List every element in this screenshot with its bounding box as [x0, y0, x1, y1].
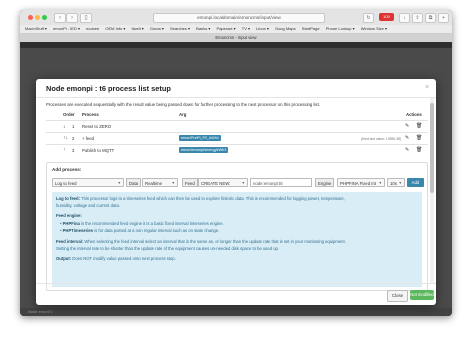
bookmark-item[interactable]: Goma ▾ — [150, 25, 164, 33]
tabs-icon[interactable]: ⧉ — [425, 13, 436, 23]
chevron-down-icon: ▼ — [378, 181, 382, 185]
trash-icon[interactable]: 🗑 — [416, 123, 422, 129]
feed-name-input[interactable]: node:emonpi:t6 — [250, 178, 312, 187]
tab-title[interactable]: Emoncms - Input view — [20, 34, 452, 42]
share-icon[interactable]: ⇪ — [412, 13, 423, 23]
move-arrow-icon[interactable]: ↑ — [63, 147, 66, 153]
modal-scrollbar-thumb[interactable] — [430, 103, 434, 193]
bookmark-item[interactable]: Linux ▾ — [256, 25, 269, 33]
info-bullet: • PHPTimeseries is for data posted at a … — [60, 228, 220, 233]
move-arrow-icon[interactable]: ↓ — [63, 124, 66, 130]
info-bullet: • PHPFina is the recommended feed engine… — [60, 221, 224, 226]
zoom-window-button[interactable] — [42, 15, 47, 20]
bookmark-item[interactable]: Window Size ▾ — [361, 25, 387, 33]
add-process-panel: Add process: Log to feed ▼ Data Realtime ▼… — [46, 162, 428, 291]
bookmark-item[interactable]: Searches ▾ — [170, 25, 190, 33]
minimize-window-button[interactable] — [35, 15, 40, 20]
download-icon[interactable]: ↓ — [399, 13, 410, 23]
page-content: Node emonTx Node emonpi : t6 process lis… — [20, 42, 452, 316]
bookmark-item[interactable]: StartPage — [302, 25, 320, 33]
address-bar[interactable]: emonpi.localdomain/emoncms/input/view — [153, 13, 325, 23]
browser-toolbar: ‹ › ▯ emonpi.localdomain/emoncms/input/v… — [20, 10, 452, 25]
row-divider — [46, 144, 428, 145]
intro-text: Processes are executed sequentially with… — [46, 102, 320, 107]
bookmark-item[interactable]: Phone Lookup ▾ — [326, 25, 355, 33]
row-divider — [46, 132, 428, 133]
close-icon[interactable]: × — [425, 84, 429, 91]
topic-tag: emon/emonpi/energykWh3 — [179, 147, 229, 153]
modal-footer: Close Not modified — [36, 283, 436, 305]
modal-body: Processes are executed sequentially with… — [36, 98, 436, 291]
process-info-box: Log to feed: This processor logs to a ti… — [52, 192, 422, 287]
bookmark-item[interactable]: TV ▾ — [242, 25, 250, 33]
engine-label: Engine — [315, 178, 335, 187]
new-tab-icon[interactable]: + — [438, 13, 449, 23]
row-order: 1 — [72, 124, 75, 129]
chevron-down-icon: ▼ — [241, 181, 245, 185]
process-select[interactable]: Log to feed ▼ — [52, 178, 124, 187]
bookmark-item[interactable]: emonPi - IED ▾ — [53, 25, 80, 33]
info-line: Output: Does NOT modify value passed ont… — [56, 256, 176, 261]
sidebar-icon[interactable]: ▯ — [80, 13, 92, 23]
app-menu-bar — [20, 42, 452, 48]
modal-title: Node emonpi : t6 process list setup — [46, 84, 171, 93]
column-arg: Arg — [179, 112, 187, 117]
bookmark-item[interactable]: Itwell ▾ — [132, 25, 144, 33]
add-button[interactable]: Add — [407, 178, 424, 187]
bookmark-item[interactable]: Banks ▾ — [196, 25, 210, 33]
data-label: Data — [126, 178, 142, 187]
bookmark-item[interactable]: MacinStuff ▾ — [25, 25, 47, 33]
extension-badge[interactable]: 100 — [379, 13, 394, 21]
trash-icon[interactable]: 🗑 — [416, 147, 422, 153]
column-order: Order — [63, 112, 75, 117]
bookmark-item[interactable]: OEM Info ▾ — [105, 25, 125, 33]
chevron-down-icon: ▼ — [117, 181, 121, 185]
column-actions: Actions — [406, 112, 422, 117]
close-window-button[interactable] — [28, 15, 33, 20]
forward-icon[interactable]: › — [66, 13, 78, 23]
move-arrow-icon[interactable]: ↑↓ — [63, 135, 68, 141]
feed-tag: emonPi:ePi_P2_kWh1 — [179, 135, 221, 141]
modal-header: Node emonpi : t6 process list setup × — [36, 79, 436, 98]
close-button[interactable]: Close — [387, 290, 408, 302]
row-process: + feed — [82, 136, 95, 141]
back-icon[interactable]: ‹ — [54, 13, 66, 23]
trash-icon[interactable]: 🗑 — [416, 135, 422, 141]
bookmarks-bar: MacinStuff ▾ emonPi - IED ▾ ecobee OEM I… — [20, 25, 452, 34]
chevron-down-icon: ▼ — [398, 181, 402, 185]
interval-select[interactable]: 10s ▼ — [387, 178, 405, 187]
row-process: Reset to ZERO — [82, 124, 112, 129]
data-select[interactable]: Realtime ▼ — [142, 178, 178, 187]
reload-icon[interactable]: ↻ — [363, 13, 374, 23]
info-line: Log to feed: This processor logs to a ti… — [56, 196, 345, 201]
header-divider — [46, 120, 428, 121]
browser-window: ‹ › ▯ emonpi.localdomain/emoncms/input/v… — [20, 10, 452, 316]
not-modified-button[interactable]: Not modified — [410, 290, 434, 300]
info-line: Feed engine: — [56, 213, 82, 218]
column-process: Process — [82, 112, 99, 117]
row-order: 2 — [72, 136, 75, 141]
engine-select[interactable]: PHPFINA Fixed Int ▼ — [337, 178, 385, 187]
feed-label: Feed — [182, 178, 198, 187]
edit-icon[interactable]: ✎ — [405, 147, 409, 153]
bookmark-item[interactable]: Paperact ▾ — [217, 25, 236, 33]
bookmark-item[interactable]: Goog Maps — [275, 25, 296, 33]
feed-select[interactable]: CREATE NEW: ▼ — [198, 178, 248, 187]
edit-icon[interactable]: ✎ — [405, 123, 409, 129]
feed-last-value: (feed last value: 13950.38) — [361, 137, 402, 141]
chevron-down-icon: ▼ — [171, 181, 175, 185]
row-order: 3 — [72, 148, 75, 153]
row-process: Publish to MQTT — [82, 148, 115, 153]
bookmark-item[interactable]: ecobee — [86, 25, 99, 33]
background-node-row: Node emonTx — [20, 308, 452, 316]
edit-icon[interactable]: ✎ — [405, 135, 409, 141]
info-line: humidity, voltage and current data. — [56, 203, 120, 208]
info-line: Setting the interval rate to be shorter … — [56, 246, 280, 251]
info-line: Feed interval: When selecting the feed i… — [56, 239, 346, 244]
add-process-label: Add process: — [52, 167, 82, 172]
process-list-modal: Node emonpi : t6 process list setup × Pr… — [36, 79, 436, 305]
